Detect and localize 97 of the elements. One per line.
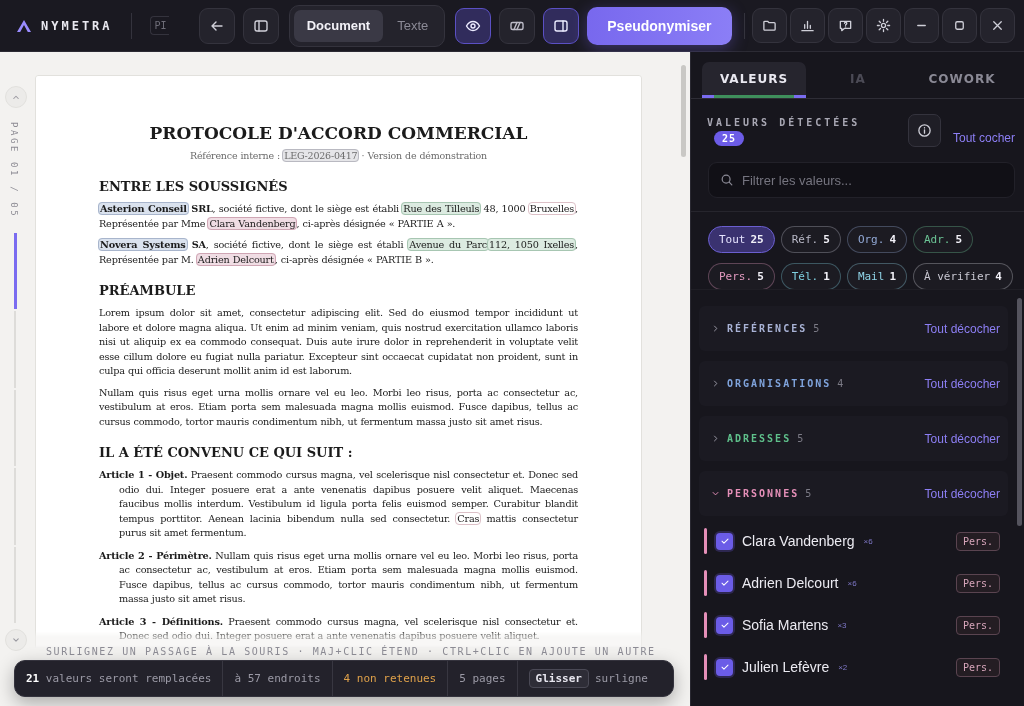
category-tag: Pers. [955, 573, 1000, 593]
filter-chip[interactable]: Réf. 5 [780, 226, 841, 253]
group-header[interactable]: PERSONNES 5 Tout décocher [699, 471, 1008, 516]
uncheck-all-link[interactable]: Tout décocher [924, 321, 1000, 336]
hint-text: SURLIGNEZ UN PASSAGE À LA SOURIS · MAJ+CLIC ÉTEND · CTRL+CLIC EN AJOUTE UN AUTRE [46, 646, 656, 657]
folder-button[interactable] [751, 8, 787, 43]
occurrence-count: ×2 [838, 662, 849, 672]
filter-chip[interactable]: À vérifier 4 [913, 263, 1013, 290]
paragraph: Nullam quis risus eget urna mollis ornare vel eu leo. Morbi leo risus, porta ac consectetur ac, vestibulum at eros. Etiam porta sem malesuada magna mollis euismod. Fusce dapibus, tellus ac cursus commodo, tortor mauris condimentum nibh, ut fermentum massa justo sit amet risus. [99, 385, 578, 429]
filter-chip[interactable]: Pers. 5 [708, 263, 775, 290]
search-icon [720, 173, 734, 187]
settings-button[interactable] [865, 8, 901, 43]
group-count: 4 [837, 378, 845, 389]
scrollbar[interactable] [681, 65, 686, 157]
eye-toggle-button[interactable] [455, 7, 492, 44]
group-title: PERSONNES [727, 488, 800, 499]
filter-chip[interactable]: Tout 25 [708, 226, 775, 253]
section-heading: IL A ÉTÉ CONVENU CE QUI SUIT : [99, 444, 354, 461]
panel-toggle-button[interactable] [543, 7, 580, 44]
status-text: 5 pages [448, 661, 518, 696]
paragraph: Lorem ipsum dolor sit amet, consectetur adipiscing elit. Sed do eiusmod tempor incididunt ut labore et dolore magna aliqua. Ut enim ad minim veniam, quis nostrud exercitation ullamco laboris nisi ut aliquip ex ea commodo consequat. Duis aute irure dolor in reprehenderit in voluptate velit esse cillum dolore eu fugiat nulla pariatur. Excepteur sint occaecat cupidatat non proident, sunt in culpa qui officia deserunt mollit anim id est laborum. [99, 306, 578, 378]
group-title: RÉFÉRENCES [727, 323, 808, 334]
section-heading: ENTRE LES SOUSSIGNÉS [99, 178, 289, 195]
key-cap: Glisser [528, 669, 589, 688]
count-badge: 25 [714, 131, 745, 146]
category-tag: Pers. [955, 531, 1000, 551]
group-header[interactable]: ADRESSES 5 Tout décocher [699, 416, 1008, 461]
checkbox[interactable] [716, 574, 733, 592]
close-button[interactable] [979, 8, 1015, 43]
article-paragraph: Article 2 - Périmètre. Nullam quis risus eget urna mollis ornare vel eu leo. Morbi leo risus, porta ac consectetur ac, vestibulum at eros. Etiam porta sem malesuada magna mollis euismod. Fusce dapibus, tellus ac cursus commodo, tortor mauris condimentum nibh, ut fermentum massa justo sit amet risus. [99, 548, 578, 606]
app-name: NYMETRA [41, 18, 113, 33]
group-count: 5 [813, 323, 821, 334]
group-title: ORGANISATIONS [727, 378, 832, 389]
color-bar [704, 528, 707, 554]
group-count: 5 [797, 433, 805, 444]
page-indicator: PAGE 01 / 05 [9, 122, 19, 219]
occurrence-count: ×6 [847, 578, 858, 588]
logo-icon [16, 18, 32, 33]
filter-chip[interactable]: Adr. 5 [913, 226, 974, 253]
paragraph: Novera Systems SA, société fictive, dont le siège est établi Avenue du Parc 112, 1050 Ixelles, Représentée par M. Adrien Delcourt, ci-après désignée « PARTIE B ». [99, 238, 578, 267]
color-bar [704, 570, 707, 596]
panel-tab[interactable]: VALEURS [702, 62, 806, 98]
group-header[interactable]: RÉFÉRENCES 5 Tout décocher [699, 306, 1008, 351]
pseudonymise-button[interactable]: Pseudonymiser [587, 6, 732, 45]
key-hint: surligne [594, 672, 648, 685]
status-text: à 57 endroits [223, 661, 333, 696]
section-heading: PRÉAMBULE [99, 282, 197, 299]
color-bar [704, 612, 707, 638]
filter-chip[interactable]: Org. 4 [846, 226, 907, 253]
maximize-button[interactable] [941, 8, 977, 43]
checkbox[interactable] [716, 616, 733, 634]
document-title: PROTOCOLE D'ACCORD COMMERCIAL [148, 122, 529, 144]
filter-chip[interactable]: Mail 1 [846, 263, 907, 290]
occurrence-count: ×3 [837, 620, 848, 630]
statistics-button[interactable] [789, 8, 825, 43]
group-count: 5 [805, 488, 813, 499]
uncheck-all-link[interactable]: Tout décocher [924, 431, 1000, 446]
article-paragraph: Article 1 - Objet. Praesent commodo cursus magna, vel scelerisque nisl consectetur et. Donec sed odio dui. Integer posuere erat a ante venenatis dapibus posuere velit aliquet. Maecenas faucibus mollis interdum. Vestibulum id ligula porta felis euismod semper. Curabitur blandit tempus porttitor. Aenean lacinia bibendum nulla sed consectetur. Cras mattis consectetur purus sit amet fermentum. [99, 468, 578, 540]
info-button[interactable] [907, 114, 941, 147]
group-header[interactable]: ORGANISATIONS 4 Tout décocher [699, 361, 1008, 406]
help-button[interactable] [827, 8, 863, 43]
settings-icon [875, 18, 891, 33]
view-tab[interactable]: Document [293, 9, 384, 42]
sidebar-icon [252, 17, 269, 34]
document-subtitle: Référence interne : LEG-2026-0417 · Version de démonstration [189, 149, 488, 163]
checkbox[interactable] [716, 532, 733, 550]
highlight-toggle-button[interactable] [499, 7, 536, 44]
checkbox[interactable] [716, 658, 733, 676]
bar-chart-icon [799, 18, 815, 33]
uncheck-all-link[interactable]: Tout décocher [924, 486, 1000, 501]
back-button[interactable] [198, 7, 235, 44]
search-field[interactable]: Filtrer les valeurs... [708, 162, 1015, 198]
value-name: Clara Vandenberg [742, 533, 855, 549]
sidebar-toggle-button[interactable] [242, 7, 279, 44]
panel-tab[interactable]: COWORK [910, 62, 1014, 98]
value-name: Adrien Delcourt [742, 575, 839, 591]
occurrence-count: ×6 [863, 536, 874, 546]
status-text: 21 valeurs seront remplacées [15, 661, 224, 696]
color-bar [704, 654, 707, 680]
filter-chip[interactable]: Tél. 1 [780, 263, 841, 290]
value-name: Sofia Martens [742, 617, 829, 633]
info-icon [916, 123, 932, 138]
group-title: ADRESSES [727, 433, 792, 444]
panel-icon [553, 17, 570, 34]
status-text: 4 non retenues [332, 661, 449, 696]
check-all-link[interactable]: Tout cocher [952, 131, 1015, 145]
category-tag: Pers. [955, 657, 1000, 677]
scrollbar[interactable] [1017, 298, 1022, 526]
folder-icon [761, 18, 777, 33]
section-label: VALEURS DÉTECTÉES [707, 117, 861, 128]
article-paragraph: Article 3 - Définitions. Praesent commodo cursus magna, vel scelerisque nisl consectetur et. Donec sed odio dui. Integer posuere erat a ante venenatis dapibus posuere velit aliquet. [99, 614, 578, 643]
chat-bubble-icon [837, 18, 853, 33]
value-name: Julien Lefèvre [742, 659, 830, 675]
paragraph: Asterion Conseil SRL, société fictive, dont le siège est établi Rue des Tilleuls 48, 1000 Bruxelles, Représentée par Mme Clara Vandenberg, ci-après désignée « PARTIE A ». [99, 202, 578, 231]
uncheck-all-link[interactable]: Tout décocher [924, 376, 1000, 391]
view-tab[interactable]: Texte [385, 9, 441, 42]
category-tag: Pers. [955, 615, 1000, 635]
